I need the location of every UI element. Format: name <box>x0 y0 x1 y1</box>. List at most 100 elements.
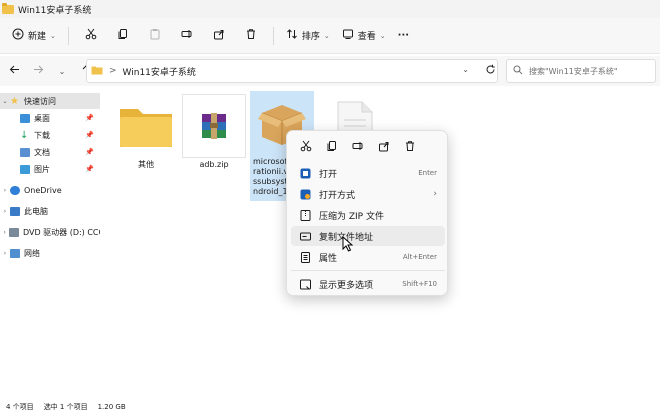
new-button[interactable]: 新建 ⌄ <box>6 24 62 48</box>
sidebar-item-documents[interactable]: 文档 📌 <box>0 144 100 160</box>
chevron-down-icon: ⌄ <box>50 31 56 40</box>
cut-icon[interactable] <box>295 136 317 156</box>
menu-divider <box>291 270 445 271</box>
menu-item-compress-zip[interactable]: 压缩为 ZIP 文件 <box>291 205 445 225</box>
sidebar-item-label: 此电脑 <box>24 206 48 216</box>
sidebar-item-desktop[interactable]: 桌面 📌 <box>0 110 100 126</box>
navigation-pane: ⌄ ★ 快速访问 桌面 📌 ↓ 下载 📌 文档 📌 图片 📌 › OneDriv… <box>0 88 100 388</box>
dvd-icon <box>9 227 19 237</box>
file-name: adb.zip <box>199 160 229 169</box>
pin-icon: 📌 <box>85 131 94 139</box>
archive-icon <box>182 94 246 158</box>
sidebar-item-label: DVD 驱动器 (D:) CCC <box>22 227 100 237</box>
delete-icon[interactable] <box>399 136 421 156</box>
menu-item-show-more-options[interactable]: 显示更多选项 Shift+F10 <box>291 274 445 294</box>
chevron-right-icon[interactable]: › <box>0 187 10 194</box>
sidebar-item-pictures[interactable]: 图片 📌 <box>0 161 100 177</box>
chevron-right-icon[interactable]: › <box>0 250 10 257</box>
menu-item-label: 打开 <box>319 169 338 180</box>
pin-icon: 📌 <box>85 165 94 173</box>
refresh-button[interactable] <box>480 61 500 81</box>
pin-icon: 📌 <box>85 148 94 156</box>
chevron-right-icon[interactable]: › <box>0 208 10 215</box>
menu-item-shortcut: Shift+F10 <box>402 280 437 288</box>
breadcrumb-separator: > <box>109 66 117 76</box>
picture-icon <box>20 164 30 174</box>
menu-item-label: 属性 <box>319 253 338 264</box>
folder-icon <box>91 65 103 78</box>
scissors-icon <box>85 28 97 43</box>
sidebar-item-label: 下载 <box>34 130 50 140</box>
rename-icon[interactable] <box>347 136 369 156</box>
chevron-down-icon[interactable]: ⌄ <box>0 98 10 105</box>
refresh-icon <box>485 64 496 78</box>
selection-size: 1.20 GB <box>97 403 126 411</box>
paste-button[interactable] <box>143 24 167 48</box>
forward-button[interactable] <box>28 61 48 81</box>
document-icon <box>20 147 30 157</box>
trash-icon <box>245 28 257 43</box>
menu-item-open[interactable]: 打开 Enter <box>291 163 445 183</box>
sidebar-item-label: 文档 <box>34 147 50 157</box>
search-input[interactable] <box>529 66 649 76</box>
more-icon: ··· <box>397 30 410 41</box>
sidebar-item-network[interactable]: › 网络 <box>0 245 100 261</box>
sidebar-item-quick-access[interactable]: ⌄ ★ 快速访问 <box>0 93 100 109</box>
toolbar-divider <box>272 26 274 45</box>
sidebar-item-label: 桌面 <box>34 113 50 123</box>
more-options-button[interactable]: ··· <box>392 24 415 48</box>
sidebar-item-downloads[interactable]: ↓ 下载 📌 <box>0 127 100 143</box>
back-button[interactable] <box>4 61 24 81</box>
search-box[interactable] <box>506 59 656 83</box>
chevron-right-icon[interactable]: › <box>0 229 9 236</box>
share-button[interactable] <box>207 24 231 48</box>
chevron-down-icon: ⌄ <box>58 66 66 76</box>
menu-item-shortcut: Alt+Enter <box>402 253 437 261</box>
view-button-label: 查看 <box>357 32 376 42</box>
status-bar: 4 个项目 选中 1 个项目 1.20 GB <box>0 398 660 416</box>
search-icon <box>513 65 523 78</box>
properties-icon <box>299 251 311 263</box>
copy-icon <box>117 28 129 43</box>
star-icon: ★ <box>10 95 19 107</box>
share-icon[interactable] <box>373 136 395 156</box>
menu-item-open-with[interactable]: 打开方式 › <box>291 184 445 204</box>
more-options-icon <box>299 278 311 290</box>
sidebar-item-onedrive[interactable]: › OneDrive <box>0 182 100 198</box>
title-bar: Win11安卓子系统 <box>0 0 660 18</box>
folder-icon <box>2 2 14 14</box>
open-app-icon <box>299 167 311 179</box>
arrow-right-icon <box>33 64 44 78</box>
window-title: Win11安卓子系统 <box>18 5 92 16</box>
breadcrumb-item[interactable]: Win11安卓子系统 <box>123 65 196 78</box>
copy-icon[interactable] <box>321 136 343 156</box>
folder-icon <box>114 94 178 158</box>
rename-icon <box>181 28 193 43</box>
menu-item-label: 打开方式 <box>319 190 356 201</box>
recent-locations-button[interactable]: ⌄ <box>52 61 72 81</box>
address-bar[interactable]: > Win11安卓子系统 ⌄ <box>86 59 498 83</box>
view-button[interactable]: 查看 ⌄ <box>336 24 392 48</box>
address-dropdown-icon[interactable]: ⌄ <box>462 65 469 74</box>
menu-item-copy-path[interactable]: 复制文件地址 <box>291 226 445 246</box>
context-menu: 打开 Enter 打开方式 › 压缩为 ZIP 文件 复制文件地址 属性 Alt… <box>286 130 448 296</box>
cut-button[interactable] <box>79 24 103 48</box>
menu-item-label: 显示更多选项 <box>319 280 374 291</box>
open-with-icon <box>299 188 311 200</box>
sidebar-item-dvd-drive[interactable]: › DVD 驱动器 (D:) CCC <box>0 224 100 240</box>
sort-button[interactable]: 排序 ⌄ <box>280 24 336 48</box>
file-item-folder[interactable]: 其他 <box>114 94 178 170</box>
selection-count: 选中 1 个项目 <box>43 403 88 411</box>
arrow-left-icon <box>9 64 20 78</box>
file-item-adb-zip[interactable]: adb.zip <box>182 94 246 170</box>
rename-button[interactable] <box>175 24 199 48</box>
sidebar-item-label: OneDrive <box>24 185 62 195</box>
sidebar-item-this-pc[interactable]: › 此电脑 <box>0 203 100 219</box>
sidebar-item-label: 快速访问 <box>24 96 56 106</box>
network-icon <box>10 248 20 258</box>
copy-button[interactable] <box>111 24 135 48</box>
download-icon: ↓ <box>20 129 29 141</box>
share-icon <box>213 28 225 43</box>
menu-item-properties[interactable]: 属性 Alt+Enter <box>291 247 445 267</box>
delete-button[interactable] <box>239 24 263 48</box>
